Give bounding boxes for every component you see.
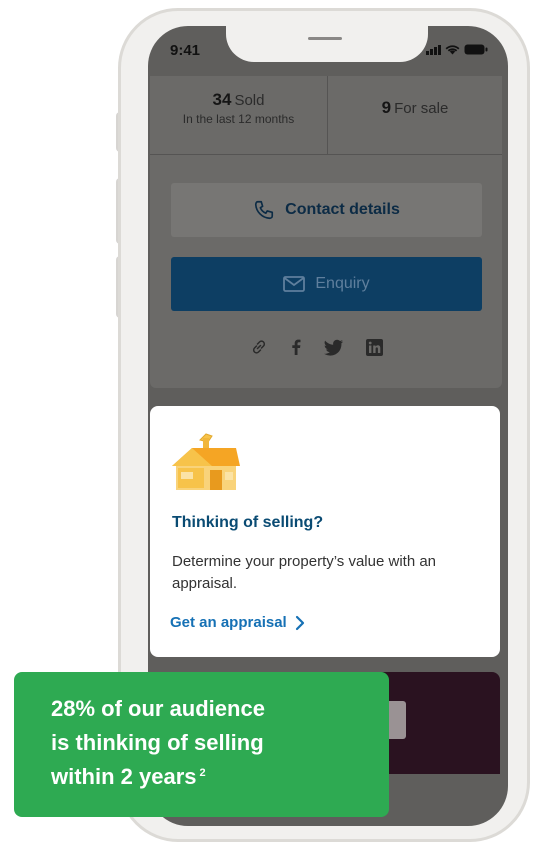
stat-sold: 34 Sold In the last 12 months xyxy=(150,90,327,126)
agency-summary-card: 34 Sold In the last 12 months 9 For sale C… xyxy=(150,76,502,388)
phone-notch xyxy=(226,26,428,62)
chevron-right-icon xyxy=(295,615,304,630)
stat-for-sale: 9 For sale xyxy=(328,98,502,118)
for-sale-count: 9 xyxy=(381,98,392,117)
callout-footnote: 2 xyxy=(199,767,206,779)
stats-row: 34 Sold In the last 12 months 9 For sale xyxy=(150,76,502,155)
status-time: 9:41 xyxy=(170,42,201,59)
status-icons xyxy=(426,44,488,55)
facebook-icon[interactable] xyxy=(290,338,302,356)
twitter-icon[interactable] xyxy=(324,339,344,356)
wifi-icon xyxy=(445,45,460,55)
linkedin-icon[interactable] xyxy=(366,338,383,356)
contact-details-label: Contact details xyxy=(285,201,400,218)
for-sale-label: For sale xyxy=(394,100,449,117)
speaker-grille xyxy=(308,37,342,40)
share-row xyxy=(250,338,383,356)
get-appraisal-link[interactable]: Get an appraisal xyxy=(170,614,305,631)
appraisal-card: Thinking of selling? Determine your prop… xyxy=(150,406,500,657)
callout-line-3: within 2 years 2 xyxy=(51,760,371,794)
callout-line-1: 28% of our audience xyxy=(51,696,265,721)
enquiry-label: Enquiry xyxy=(315,275,370,292)
phone-icon xyxy=(255,200,274,220)
contact-details-button[interactable]: Contact details xyxy=(171,183,482,237)
sold-count: 34 xyxy=(212,90,232,109)
battery-icon xyxy=(464,44,488,55)
appraisal-title: Thinking of selling? xyxy=(172,514,324,531)
link-icon[interactable] xyxy=(250,338,268,356)
mail-icon xyxy=(283,276,306,292)
sold-sublabel: In the last 12 months xyxy=(182,112,295,126)
audience-stat-callout: 28% of our audience is thinking of selli… xyxy=(14,672,389,817)
callout-line-2: is thinking of selling xyxy=(51,730,264,755)
get-appraisal-label: Get an appraisal xyxy=(170,614,287,631)
callout-line-3-text: within 2 years xyxy=(51,764,197,789)
sold-label: Sold xyxy=(234,92,265,109)
house-icon xyxy=(172,433,240,490)
appraisal-description: Determine your property’s value with an … xyxy=(172,553,437,592)
enquiry-button[interactable]: Enquiry xyxy=(171,257,482,311)
signal-icon xyxy=(426,45,441,55)
